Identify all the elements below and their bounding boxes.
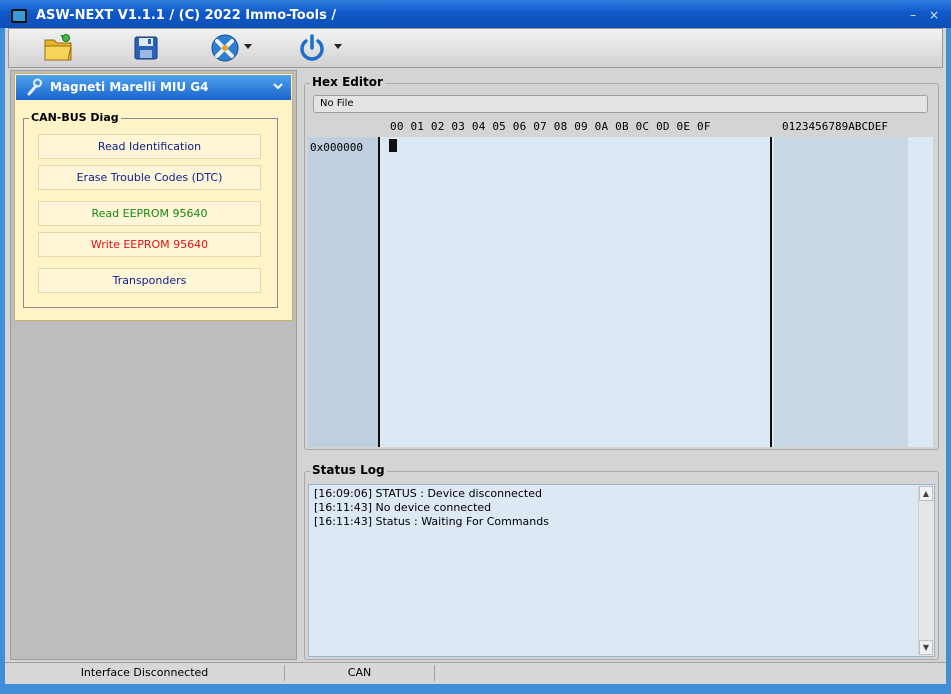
address-value: 0x000000 <box>310 141 363 154</box>
hex-grid[interactable]: 0x000000 <box>308 137 933 447</box>
ascii-header: 0123456789ABCDEF <box>782 120 888 133</box>
power-icon <box>300 34 324 61</box>
scroll-down-icon[interactable]: ▼ <box>919 640 933 655</box>
can-bus-group: CAN-BUS Diag Read Identification Erase T… <box>23 111 278 308</box>
wrench-icon <box>27 78 42 96</box>
minimize-button[interactable]: – <box>906 8 920 22</box>
file-name-field: No File <box>313 95 928 113</box>
left-pane: Magneti Marelli MIU G4 CAN-BUS Diag Read… <box>10 70 297 660</box>
chevron-down-icon <box>244 44 252 49</box>
open-button[interactable] <box>42 32 76 66</box>
interface-status: Interface Disconnected <box>5 665 285 681</box>
hex-editor-title: Hex Editor <box>310 75 385 89</box>
close-button[interactable]: × <box>927 8 941 22</box>
device-title: Magneti Marelli MIU G4 <box>50 80 209 94</box>
log-area[interactable]: [16:09:06] STATUS : Device disconnected … <box>308 484 935 657</box>
write-eeprom-button[interactable]: Write EEPROM 95640 <box>38 232 261 257</box>
window-title: ASW-NEXT V1.1.1 / (C) 2022 Immo-Tools / <box>36 8 337 23</box>
device-panel: Magneti Marelli MIU G4 CAN-BUS Diag Read… <box>14 73 293 321</box>
save-button[interactable] <box>130 32 164 66</box>
toolbar <box>8 28 943 68</box>
address-column: 0x000000 <box>308 137 380 447</box>
read-eeprom-button[interactable]: Read EEPROM 95640 <box>38 201 261 226</box>
device-header[interactable]: Magneti Marelli MIU G4 <box>16 75 291 100</box>
scroll-up-icon[interactable]: ▲ <box>919 486 933 501</box>
log-scrollbar[interactable]: ▲ ▼ <box>918 486 933 655</box>
text-cursor <box>389 139 397 152</box>
log-line: [16:09:06] STATUS : Device disconnected <box>314 487 542 500</box>
status-bar: Interface Disconnected CAN <box>5 662 946 682</box>
read-identification-button[interactable]: Read Identification <box>38 134 261 159</box>
log-line: [16:11:43] No device connected <box>314 501 492 514</box>
log-line: [16:11:43] Status : Waiting For Commands <box>314 515 549 528</box>
hex-offsets: 00 01 02 03 04 05 06 07 08 09 0A 0B 0C 0… <box>390 120 711 133</box>
transponders-button[interactable]: Transponders <box>38 268 261 293</box>
open-folder-icon <box>44 34 72 61</box>
protocol-status: CAN <box>285 665 435 681</box>
tools-button[interactable] <box>209 32 257 66</box>
erase-dtc-button[interactable]: Erase Trouble Codes (DTC) <box>38 165 261 190</box>
main-window: Magneti Marelli MIU G4 CAN-BUS Diag Read… <box>5 28 946 684</box>
title-bar: ASW-NEXT V1.1.1 / (C) 2022 Immo-Tools / … <box>0 0 951 28</box>
status-log-title: Status Log <box>310 463 387 477</box>
status-log: Status Log [16:09:06] STATUS : Device di… <box>304 463 939 660</box>
power-button[interactable] <box>296 32 344 66</box>
tools-icon <box>211 34 239 62</box>
chevron-down-icon <box>334 44 342 49</box>
hex-data-area[interactable] <box>382 137 772 447</box>
hex-editor: Hex Editor No File 00 01 02 03 04 05 06 … <box>304 75 940 450</box>
ascii-column[interactable] <box>774 137 908 447</box>
save-icon <box>134 36 158 60</box>
app-icon <box>11 9 27 23</box>
hex-column-header: 00 01 02 03 04 05 06 07 08 09 0A 0B 0C 0… <box>305 119 940 137</box>
group-title: CAN-BUS Diag <box>29 111 121 124</box>
chevron-down-icon[interactable] <box>271 79 285 93</box>
